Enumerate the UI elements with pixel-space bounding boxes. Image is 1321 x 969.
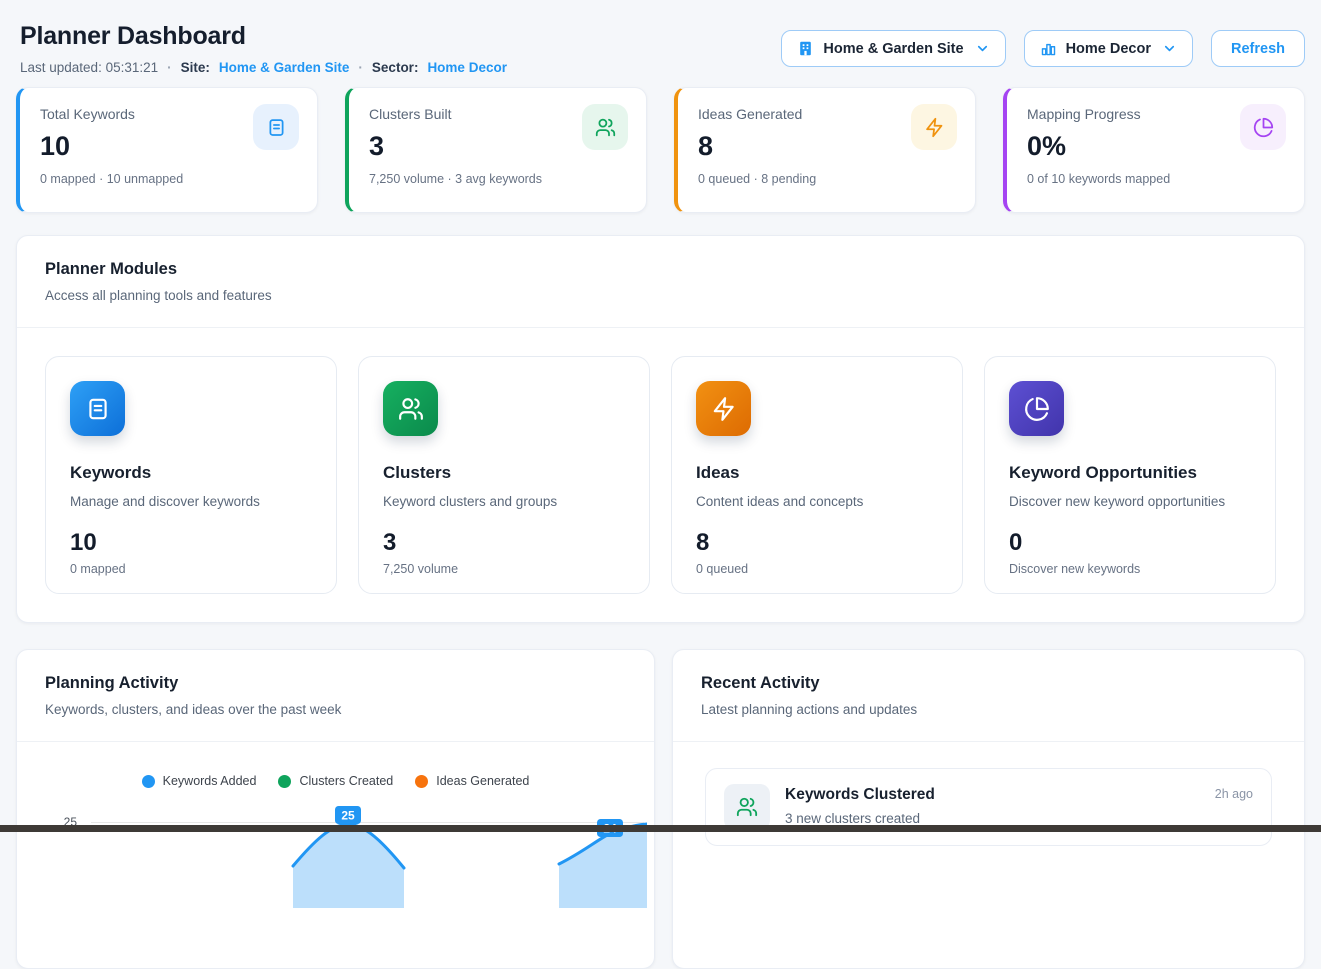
stat-card-clusters-built: Clusters Built 3 7,250 volume · 3 avg ke… [345,87,647,213]
module-description: Discover new keyword opportunities [1009,494,1251,509]
module-detail: Discover new keywords [1009,562,1251,576]
legend-dot [415,775,428,788]
module-card-clusters[interactable]: Clusters Keyword clusters and groups 3 7… [358,356,650,594]
activity-description: 3 new clusters created [785,811,1253,826]
legend-label: Clusters Created [299,774,393,788]
users-icon [383,381,438,436]
module-card-keywords[interactable]: Keywords Manage and discover keywords 10… [45,356,337,594]
module-detail: 0 queued [696,562,938,576]
stat-detail: 0 queued · 8 pending [698,172,955,186]
legend-item-clusters-created[interactable]: Clusters Created [278,774,393,788]
sector-label: Sector: [372,60,419,75]
stat-detail: 0 mapped · 10 unmapped [40,172,297,186]
users-icon [724,784,770,830]
legend-dot [142,775,155,788]
pie-chart-icon [1009,381,1064,436]
activity-content: Keywords Clustered 2h ago 3 new clusters… [785,784,1253,826]
stat-card-mapping-progress: Mapping Progress 0% 0 of 10 keywords map… [1003,87,1305,213]
line-series: 25 24 [91,798,647,918]
stats-row: Total Keywords 10 0 mapped · 10 unmapped… [0,87,1321,213]
activity-chart: 25 25 24 [17,798,654,918]
separator: · [167,60,172,75]
data-label-badge: 25 [335,806,361,824]
svg-text:25: 25 [341,809,355,823]
planning-activity-header: Planning Activity Keywords, clusters, an… [17,650,654,742]
module-value: 3 [383,529,625,557]
last-updated: Last updated: 05:31:21 [20,60,158,75]
users-icon [582,104,628,150]
planner-modules-panel: Planner Modules Access all planning tool… [16,235,1305,623]
site-label: Site: [181,60,210,75]
site-link[interactable]: Home & Garden Site [219,60,350,75]
sector-selector-label: Home Decor [1066,41,1151,57]
legend-item-ideas-generated[interactable]: Ideas Generated [415,774,529,788]
module-title: Clusters [383,463,625,483]
pie-chart-icon [1240,104,1286,150]
module-detail: 7,250 volume [383,562,625,576]
site-selector-label: Home & Garden Site [823,41,963,57]
recent-activity-header: Recent Activity Latest planning actions … [673,650,1304,742]
sector-selector-button[interactable]: Home Decor [1024,30,1193,67]
module-title: Keyword Opportunities [1009,463,1251,483]
legend-label: Keywords Added [163,774,257,788]
panel-subtitle: Access all planning tools and features [45,288,1276,303]
page-header: Planner Dashboard Last updated: 05:31:21… [0,0,1321,75]
legend-item-keywords-added[interactable]: Keywords Added [142,774,257,788]
panel-title: Planning Activity [45,674,626,693]
module-description: Keyword clusters and groups [383,494,625,509]
recent-activity-panel: Recent Activity Latest planning actions … [672,649,1305,969]
chevron-down-icon [1162,41,1177,56]
module-card-keyword-opportunities[interactable]: Keyword Opportunities Discover new keywo… [984,356,1276,594]
bottom-dark-bar [0,825,1321,832]
module-description: Manage and discover keywords [70,494,312,509]
refresh-label: Refresh [1231,41,1285,57]
legend-label: Ideas Generated [436,774,529,788]
refresh-button[interactable]: Refresh [1211,30,1305,67]
chevron-down-icon [975,41,990,56]
activity-item-keywords-clustered[interactable]: Keywords Clustered 2h ago 3 new clusters… [705,768,1272,846]
stat-card-total-keywords: Total Keywords 10 0 mapped · 10 unmapped [16,87,318,213]
module-value: 0 [1009,529,1251,557]
bar-chart-icon [1040,40,1057,57]
toolbar: Home & Garden Site Home Decor Refresh [781,30,1305,67]
legend-dot [278,775,291,788]
panel-title: Planner Modules [45,260,1276,279]
module-value: 10 [70,529,312,557]
activity-title: Keywords Clustered [785,786,935,804]
planning-activity-panel: Planning Activity Keywords, clusters, an… [16,649,655,969]
panel-subtitle: Latest planning actions and updates [701,702,1276,717]
sector-link[interactable]: Home Decor [427,60,507,75]
stat-card-ideas-generated: Ideas Generated 8 0 queued · 8 pending [674,87,976,213]
module-detail: 0 mapped [70,562,312,576]
module-description: Content ideas and concepts [696,494,938,509]
planner-modules-header: Planner Modules Access all planning tool… [17,236,1304,328]
module-title: Ideas [696,463,938,483]
module-card-ideas[interactable]: Ideas Content ideas and concepts 8 0 que… [671,356,963,594]
stat-detail: 0 of 10 keywords mapped [1027,172,1284,186]
chart-legend: Keywords Added Clusters Created Ideas Ge… [17,774,654,788]
panel-title: Recent Activity [701,674,1276,693]
stat-detail: 7,250 volume · 3 avg keywords [369,172,626,186]
activity-timestamp: 2h ago [1215,787,1253,801]
document-icon [253,104,299,150]
module-value: 8 [696,529,938,557]
site-selector-button[interactable]: Home & Garden Site [781,30,1005,67]
separator: · [358,60,363,75]
document-icon [70,381,125,436]
lightning-icon [696,381,751,436]
bottom-row: Planning Activity Keywords, clusters, an… [16,649,1305,969]
module-title: Keywords [70,463,312,483]
modules-grid: Keywords Manage and discover keywords 10… [17,328,1304,622]
lightning-icon [911,104,957,150]
panel-subtitle: Keywords, clusters, and ideas over the p… [45,702,626,717]
building-icon [797,40,814,57]
